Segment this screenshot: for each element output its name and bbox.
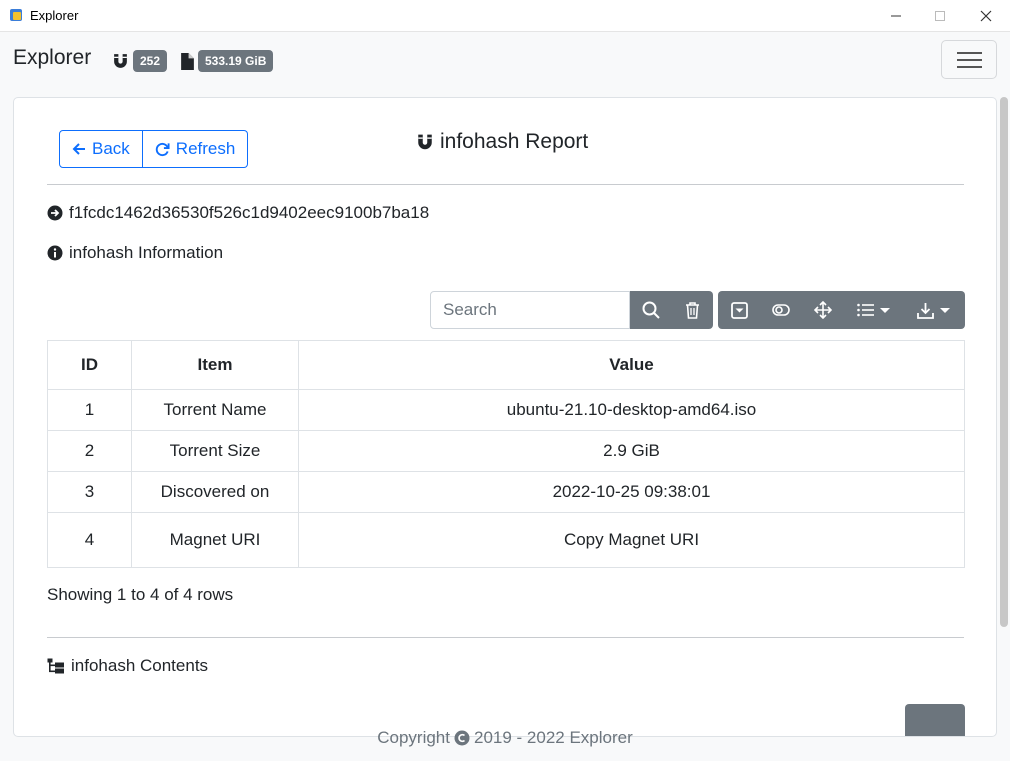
refresh-label: Refresh — [175, 139, 236, 158]
chevron-down-icon — [879, 307, 890, 313]
table-row: 1 Torrent Name ubuntu-21.10-desktop-amd6… — [47, 389, 965, 431]
info-heading-text: infohash Information — [69, 243, 224, 262]
column-header-id[interactable]: ID — [47, 340, 132, 390]
list-icon — [856, 303, 874, 317]
pagination-info: Showing 1 to 4 of 4 rows — [47, 585, 234, 604]
cell-id: 3 — [47, 471, 132, 513]
magnet-icon — [114, 53, 127, 68]
minimize-icon — [891, 15, 901, 17]
cell-id: 4 — [47, 512, 132, 568]
info-circle-icon — [47, 245, 63, 261]
sitemap-icon — [47, 658, 64, 674]
pagination-toggle-button[interactable] — [718, 291, 760, 329]
navbar: Explorer 252 533.19 GiB — [0, 32, 1010, 92]
infohash-count-badge: 252 — [133, 50, 168, 72]
close-button[interactable] — [963, 0, 1009, 32]
columns-dropdown-button[interactable] — [844, 291, 902, 329]
divider — [47, 184, 964, 185]
cell-item: Torrent Name — [131, 389, 299, 431]
infohash-table: ID Item Value 1 Torrent Name ubuntu-21.1… — [47, 340, 965, 568]
navbar-brand[interactable]: Explorer — [13, 46, 91, 70]
maximize-icon — [935, 11, 945, 21]
infohash-value: f1fcdc1462d36530f526c1d9402eec9100b7ba18 — [69, 203, 430, 222]
cell-value: 2.9 GiB — [298, 430, 965, 472]
cell-item: Discovered on — [131, 471, 299, 513]
contents-heading: infohash Contents — [47, 656, 208, 676]
divider — [47, 637, 964, 638]
copyright-icon — [454, 730, 470, 746]
infohash-count-stat: 252 — [112, 50, 168, 72]
trash-icon — [686, 301, 699, 319]
search-button[interactable] — [630, 291, 672, 329]
cell-id: 2 — [47, 430, 132, 472]
table-row: 2 Torrent Size 2.9 GiB — [47, 430, 965, 472]
table-header-row: ID Item Value — [47, 340, 965, 390]
magnet-icon — [418, 134, 432, 149]
navbar-toggler-button[interactable] — [941, 40, 997, 79]
refresh-icon — [155, 142, 170, 156]
report-card: Back Refresh infohash Report f1fcdc1462d… — [13, 97, 997, 737]
table-search-input[interactable] — [430, 291, 630, 329]
total-size-badge: 533.19 GiB — [198, 50, 274, 72]
cell-item: Torrent Size — [131, 430, 299, 472]
cell-item: Magnet URI — [131, 512, 299, 568]
footer-prefix: Copyright — [377, 728, 450, 747]
column-header-value[interactable]: Value — [298, 340, 965, 390]
hamburger-line — [957, 66, 982, 68]
minimize-button[interactable] — [873, 0, 919, 32]
cell-value: 2022-10-25 09:38:01 — [298, 471, 965, 513]
scrollbar[interactable] — [1000, 97, 1008, 627]
app-icon — [10, 9, 22, 21]
info-heading: infohash Information — [47, 243, 223, 263]
download-icon — [917, 302, 934, 319]
refresh-button[interactable]: Refresh — [142, 130, 249, 168]
contents-heading-text: infohash Contents — [71, 656, 209, 675]
total-size-stat: 533.19 GiB — [181, 50, 274, 72]
hamburger-line — [957, 52, 982, 54]
nav-button-group: Back Refresh — [59, 130, 249, 168]
export-dropdown-button[interactable] — [902, 291, 965, 329]
arrow-circle-right-icon — [47, 205, 63, 221]
arrow-left-icon — [72, 143, 85, 155]
table-tools-group — [718, 291, 965, 329]
close-icon — [980, 10, 992, 22]
copy-magnet-uri-link[interactable]: Copy Magnet URI — [298, 512, 965, 568]
footer: Copyright 2019 - 2022 Explorer — [0, 728, 1010, 748]
column-header-item[interactable]: Item — [131, 340, 299, 390]
cell-id: 1 — [47, 389, 132, 431]
back-button[interactable]: Back — [59, 130, 143, 168]
chevron-down-icon — [940, 307, 950, 313]
window-title: Explorer — [30, 8, 79, 23]
page-title-text: infohash Report — [440, 130, 589, 153]
maximize-button[interactable] — [917, 0, 963, 32]
table-row: 4 Magnet URI Copy Magnet URI — [47, 512, 965, 568]
arrows-move-icon — [814, 301, 832, 319]
toggle-icon — [772, 304, 790, 316]
search-button-group — [630, 291, 713, 329]
cell-value: ubuntu-21.10-desktop-amd64.iso — [298, 389, 965, 431]
fullscreen-button[interactable] — [802, 291, 844, 329]
toggle-view-button[interactable] — [760, 291, 802, 329]
file-icon — [181, 52, 194, 70]
footer-years: 2019 - 2022 Explorer — [473, 728, 633, 747]
hamburger-line — [957, 59, 982, 61]
table-row: 3 Discovered on 2022-10-25 09:38:01 — [47, 471, 965, 513]
caret-square-icon — [730, 301, 748, 319]
window-titlebar: Explorer — [0, 0, 1010, 32]
back-label: Back — [92, 139, 130, 158]
clear-search-button[interactable] — [672, 291, 713, 329]
search-icon — [642, 301, 660, 319]
infohash-line: f1fcdc1462d36530f526c1d9402eec9100b7ba18 — [47, 203, 429, 223]
page-title: infohash Report — [416, 130, 588, 154]
